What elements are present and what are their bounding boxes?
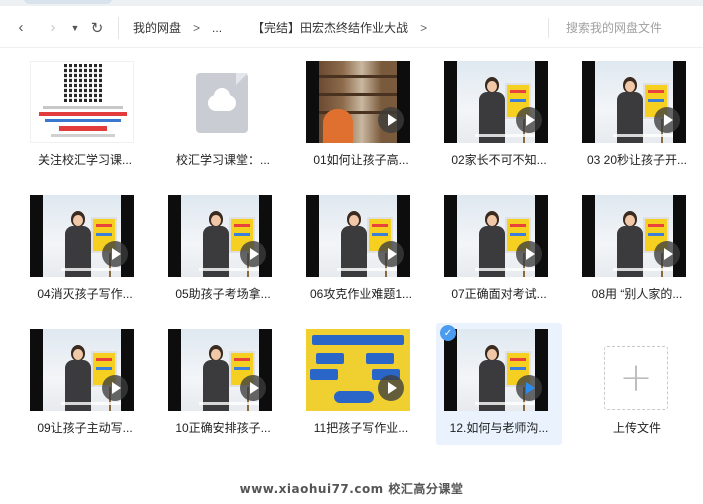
chevron-right-icon: ›	[50, 19, 56, 36]
file-item[interactable]: 01如何让孩子高...	[298, 55, 424, 177]
play-icon[interactable]	[654, 241, 680, 267]
upload-file-button[interactable]: + 上传文件	[574, 323, 700, 445]
play-icon[interactable]	[240, 375, 266, 401]
refresh-button[interactable]: ↻	[84, 15, 110, 41]
file-name: 10正确安排孩子...	[175, 421, 271, 435]
play-icon[interactable]	[516, 375, 542, 401]
cloud-document-icon	[168, 61, 272, 143]
video-thumbnail	[168, 195, 272, 277]
file-item[interactable]: 10正确安排孩子...	[160, 323, 286, 445]
divider	[548, 18, 549, 38]
history-dropdown-button[interactable]: ▼	[66, 15, 84, 41]
file-item[interactable]: 04消灭孩子写作...	[22, 189, 148, 311]
video-thumbnail	[582, 195, 686, 277]
forward-button[interactable]: ›	[40, 15, 66, 41]
file-name: 08用 “别人家的...	[591, 287, 683, 301]
video-thumbnail	[306, 61, 410, 143]
play-icon[interactable]	[240, 241, 266, 267]
file-item[interactable]: 06攻克作业难题1...	[298, 189, 424, 311]
search-input[interactable]	[556, 16, 696, 40]
watermark: www.xiaohui77.com 校汇高分课堂	[239, 482, 464, 496]
file-name: 04消灭孩子写作...	[37, 287, 133, 301]
divider	[118, 16, 119, 39]
qr-code-icon	[64, 64, 102, 102]
file-name: 03 20秒让孩子开...	[586, 153, 688, 167]
file-item[interactable]: 07正确面对考试...	[436, 189, 562, 311]
upload-label: 上传文件	[612, 421, 661, 435]
plus-icon: +	[619, 355, 653, 401]
breadcrumb-item-current[interactable]: 【完结】田宏杰终结作业大战	[244, 19, 416, 36]
video-thumbnail	[30, 329, 134, 411]
file-name: 02家长不可不知...	[451, 153, 547, 167]
poster-thumbnail	[30, 61, 134, 143]
checkmark-icon[interactable]: ✓	[440, 325, 456, 341]
file-item[interactable]: 09让孩子主动写...	[22, 323, 148, 445]
file-name: 11把孩子写作业...	[313, 421, 409, 435]
video-thumbnail	[306, 329, 410, 411]
breadcrumb: 我的网盘 > ... 【完结】田宏杰终结作业大战 >	[125, 19, 431, 36]
file-item[interactable]: 校汇学习课堂：...	[160, 55, 286, 177]
video-thumbnail	[168, 329, 272, 411]
breadcrumb-separator: >	[193, 20, 201, 35]
chevron-left-icon: ‹	[18, 19, 24, 36]
video-thumbnail	[582, 61, 686, 143]
breadcrumb-item-root[interactable]: 我的网盘	[125, 19, 189, 36]
play-icon[interactable]	[378, 241, 404, 267]
file-name: 12.如何与老师沟...	[449, 421, 549, 435]
video-thumbnail	[306, 195, 410, 277]
refresh-icon: ↻	[90, 19, 104, 37]
video-thumbnail	[30, 195, 134, 277]
file-item[interactable]: 08用 “别人家的...	[574, 189, 700, 311]
file-name: 07正确面对考试...	[451, 287, 547, 301]
upload-box[interactable]: +	[604, 346, 668, 410]
video-thumbnail	[444, 329, 548, 411]
breadcrumb-separator: >	[420, 20, 428, 35]
play-icon[interactable]	[102, 241, 128, 267]
file-name: 校汇学习课堂：...	[175, 153, 270, 167]
file-item[interactable]: 02家长不可不知...	[436, 55, 562, 177]
video-thumbnail	[444, 195, 548, 277]
file-name: 06攻克作业难题1...	[309, 287, 413, 301]
window-top-strip	[0, 0, 703, 6]
video-thumbnail	[444, 61, 548, 143]
file-item-selected[interactable]: ✓ 12.如何与老师沟...	[436, 323, 562, 445]
breadcrumb-item-ellipsis[interactable]: ...	[204, 21, 230, 35]
play-icon[interactable]	[378, 375, 404, 401]
file-item[interactable]: 11把孩子写作业...	[298, 323, 424, 445]
play-icon[interactable]	[102, 375, 128, 401]
back-button[interactable]: ‹	[8, 15, 34, 41]
file-name: 09让孩子主动写...	[37, 421, 133, 435]
file-item[interactable]: 03 20秒让孩子开...	[574, 55, 700, 177]
play-icon[interactable]	[654, 107, 680, 133]
play-icon[interactable]	[516, 107, 542, 133]
play-icon[interactable]	[516, 241, 542, 267]
file-item[interactable]: 关注校汇学习课...	[22, 55, 148, 177]
file-name: 05助孩子考场拿...	[175, 287, 271, 301]
play-icon[interactable]	[378, 107, 404, 133]
file-name: 关注校汇学习课...	[37, 153, 132, 167]
tab-stub	[24, 0, 112, 4]
caret-down-icon: ▼	[70, 22, 80, 33]
navigation-bar: ‹ › ▼ ↻ 我的网盘 > ... 【完结】田宏杰终结作业大战 >	[0, 8, 703, 48]
file-name: 01如何让孩子高...	[313, 153, 409, 167]
file-item[interactable]: 05助孩子考场拿...	[160, 189, 286, 311]
